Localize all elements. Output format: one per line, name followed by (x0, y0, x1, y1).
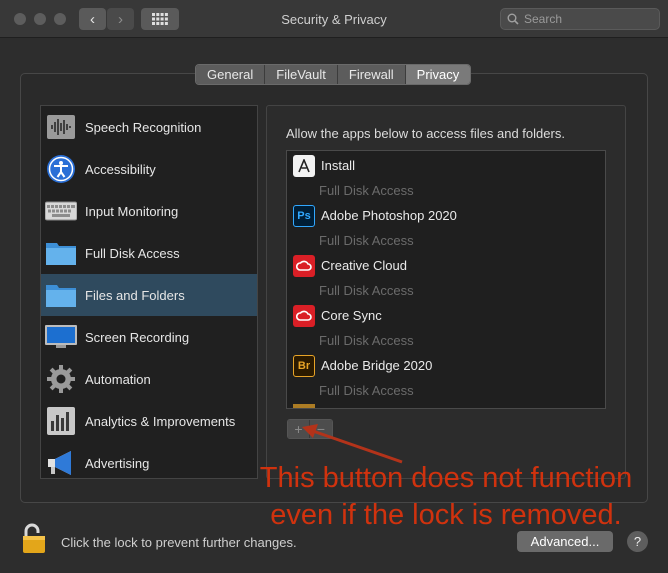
display-icon (45, 321, 77, 353)
search-input[interactable] (524, 12, 654, 26)
privacy-category-list: Speech Recognition Accessibility Input M… (40, 105, 258, 479)
app-name: Creative Cloud (321, 258, 407, 273)
speech-recognition-icon (45, 111, 77, 143)
permission-label: Full Disk Access (319, 183, 414, 198)
permission-label: Full Disk Access (319, 283, 414, 298)
sidebar-item-label: Analytics & Improvements (85, 413, 236, 429)
app-row-install[interactable]: Install (287, 153, 605, 178)
permission-label: Full Disk Access (319, 333, 414, 348)
sidebar-item-full-disk-access[interactable]: Full Disk Access (41, 232, 257, 274)
app-name: Adobe Bridge 2020 (321, 358, 433, 373)
sidebar-item-advertising[interactable]: Advertising (41, 442, 257, 484)
sidebar-item-label: Advertising (85, 455, 150, 471)
sidebar-item-screen-recording[interactable]: Screen Recording (41, 316, 257, 358)
lock-status-text: Click the lock to prevent further change… (61, 535, 297, 550)
folder-icon (45, 237, 77, 269)
partial-app-icon (293, 404, 315, 408)
app-list[interactable]: Install Full Disk Access Ps Adobe Photos… (286, 150, 606, 409)
permission-label: Full Disk Access (319, 383, 414, 398)
gear-icon (45, 363, 77, 395)
tab-bar: General FileVault Firewall Privacy (195, 64, 472, 85)
tab-filevault[interactable]: FileVault (265, 65, 338, 84)
app-name: Core Sync (321, 308, 382, 323)
app-row-core-sync[interactable]: Core Sync (287, 303, 605, 328)
adobe-installer-icon (293, 154, 315, 177)
annotation-line-1: This button does not function (259, 462, 633, 494)
sidebar-item-label: Full Disk Access (85, 245, 180, 261)
app-row-creative-cloud[interactable]: Creative Cloud (287, 253, 605, 278)
app-name: Adobe Photoshop 2020 (321, 208, 457, 223)
help-button[interactable]: ? (627, 531, 648, 552)
folder-icon (45, 279, 77, 311)
bridge-icon: Br (293, 354, 315, 377)
lock-button[interactable] (22, 522, 48, 561)
app-row-bridge[interactable]: Br Adobe Bridge 2020 (287, 353, 605, 378)
title-bar: ‹ › Security & Privacy (0, 0, 668, 38)
lock-open-icon (23, 523, 45, 553)
sidebar-item-automation[interactable]: Automation (41, 358, 257, 400)
tab-general[interactable]: General (196, 65, 266, 84)
sidebar-item-label: Input Monitoring (85, 203, 179, 219)
sidebar-item-files-and-folders[interactable]: Files and Folders (41, 274, 257, 316)
sidebar-item-input-monitoring[interactable]: Input Monitoring (41, 190, 257, 232)
app-name: Install (321, 158, 355, 173)
sidebar-item-speech-recognition[interactable]: Speech Recognition (41, 106, 257, 148)
sidebar-item-label: Screen Recording (85, 329, 190, 345)
advanced-button[interactable]: Advanced... (517, 531, 613, 552)
sidebar-item-label: Automation (85, 371, 151, 387)
search-field[interactable] (500, 8, 660, 30)
accessibility-icon (45, 153, 77, 185)
photoshop-icon: Ps (293, 204, 315, 227)
keyboard-icon (45, 195, 77, 227)
permission-label: Full Disk Access (319, 233, 414, 248)
creative-cloud-icon (293, 304, 315, 327)
tab-privacy[interactable]: Privacy (405, 65, 471, 84)
annotation-line-2: even if the lock is removed. (270, 499, 622, 531)
creative-cloud-icon (293, 254, 315, 277)
sidebar-item-label: Speech Recognition (85, 119, 202, 135)
sidebar-item-label: Accessibility (85, 161, 156, 177)
megaphone-icon (45, 447, 77, 479)
sidebar-item-analytics[interactable]: Analytics & Improvements (41, 400, 257, 442)
sidebar-item-label: Files and Folders (85, 287, 185, 303)
annotation-text: This button does not function even if th… (236, 460, 656, 534)
tab-firewall[interactable]: Firewall (337, 65, 406, 84)
bar-chart-icon (45, 405, 77, 437)
search-icon (507, 13, 519, 25)
sidebar-item-accessibility[interactable]: Accessibility (41, 148, 257, 190)
list-caption: Allow the apps below to access files and… (286, 126, 565, 141)
app-row-photoshop[interactable]: Ps Adobe Photoshop 2020 (287, 203, 605, 228)
